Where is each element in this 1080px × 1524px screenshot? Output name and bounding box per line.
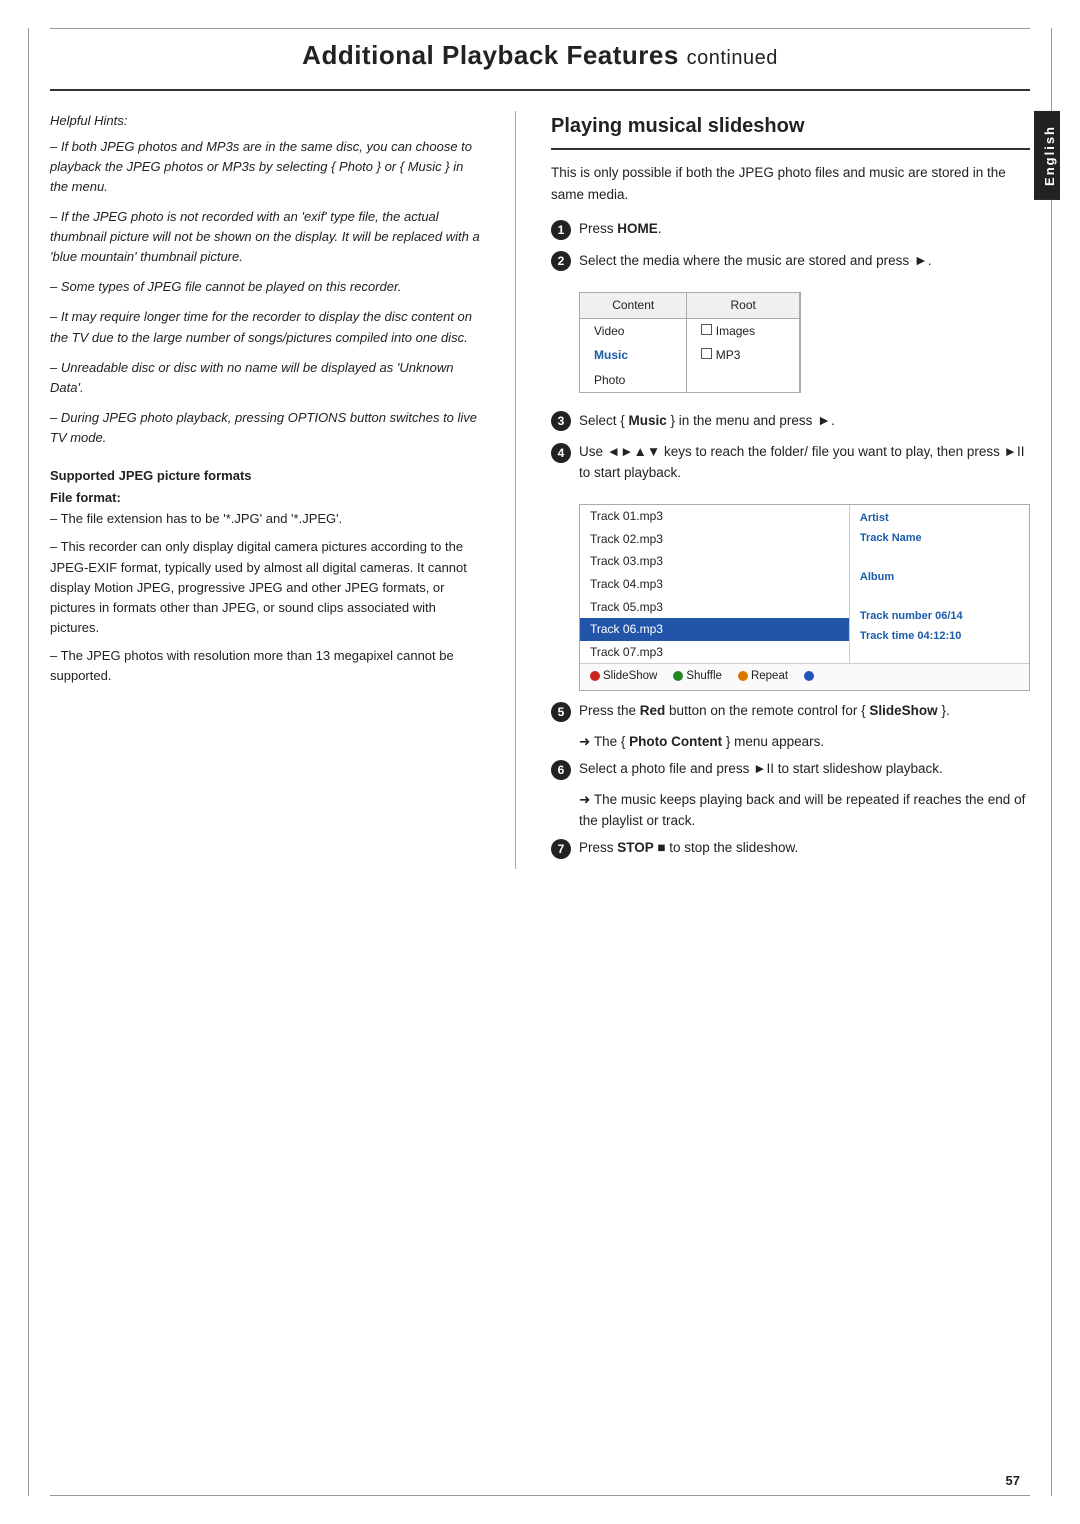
track-table: Track 01.mp3 Artist Track Name Album Tra… bbox=[580, 505, 1029, 663]
file-hint-2: – This recorder can only display digital… bbox=[50, 537, 480, 638]
step-3-content: Select { Music } in the menu and press ►… bbox=[579, 410, 1030, 432]
page-border-right bbox=[1051, 28, 1052, 1496]
page-border-bottom bbox=[50, 1495, 1030, 1496]
step-5-content: Press the Red button on the remote contr… bbox=[579, 701, 1030, 722]
step-5: 5 Press the Red button on the remote con… bbox=[551, 701, 1030, 722]
track-name-label: Track Name bbox=[860, 530, 1019, 547]
album-label: Album bbox=[860, 569, 1019, 586]
step-1-content: Press HOME. bbox=[579, 219, 1030, 240]
step-4-content: Use ◄►▲▼ keys to reach the folder/ file … bbox=[579, 442, 1030, 484]
table-row: Video Images bbox=[580, 318, 800, 343]
step-5-num: 5 bbox=[551, 702, 571, 722]
step-6-num: 6 bbox=[551, 760, 571, 780]
page-number: 57 bbox=[1006, 1473, 1020, 1488]
step-2: 2 Select the media where the music are s… bbox=[551, 250, 1030, 272]
step-2-content: Select the media where the music are sto… bbox=[579, 250, 1030, 272]
file-hint-1: – The file extension has to be '*.JPG' a… bbox=[50, 509, 480, 529]
page-border-top bbox=[50, 28, 1030, 29]
left-column: Helpful Hints: – If both JPEG photos and… bbox=[50, 111, 480, 869]
step-7-num: 7 bbox=[551, 839, 571, 859]
track-time-label: Track time 04:12:10 bbox=[860, 628, 1019, 645]
media-content-music: Music bbox=[580, 343, 687, 368]
supported-title: Supported JPEG picture formats bbox=[50, 466, 480, 486]
media-table-header-content: Content bbox=[580, 293, 687, 318]
track-03: Track 03.mp3 bbox=[580, 550, 849, 573]
hint-3: – Some types of JPEG file cannot be play… bbox=[50, 277, 480, 297]
shuffle-indicator: Shuffle bbox=[673, 668, 722, 686]
artist-label: Artist bbox=[860, 510, 1019, 527]
track-05: Track 05.mp3 bbox=[580, 596, 849, 619]
track-07: Track 07.mp3 bbox=[580, 641, 849, 664]
media-table-wrap: Content Root Video Images Music M bbox=[579, 292, 801, 393]
track-06: Track 06.mp3 bbox=[580, 618, 849, 641]
supported-section: Supported JPEG picture formats File form… bbox=[50, 466, 480, 686]
main-content: Helpful Hints: – If both JPEG photos and… bbox=[0, 91, 1080, 899]
intro-text: This is only possible if both the JPEG p… bbox=[551, 162, 1030, 205]
step-7-content: Press STOP ■ to stop the slideshow. bbox=[579, 838, 1030, 859]
step-5-sub: ➜ The { Photo Content } menu appears. bbox=[579, 732, 1030, 753]
hint-4: – It may require longer time for the rec… bbox=[50, 307, 480, 347]
track-info-col: Artist Track Name Album Track number 06/… bbox=[849, 505, 1029, 663]
column-divider bbox=[515, 111, 516, 869]
repeat-indicator: Repeat bbox=[738, 668, 788, 686]
red-dot bbox=[590, 671, 600, 681]
step-2-num: 2 bbox=[551, 251, 571, 271]
track-01: Track 01.mp3 bbox=[580, 505, 849, 528]
section-title: Playing musical slideshow bbox=[551, 111, 1030, 150]
hint-2: – If the JPEG photo is not recorded with… bbox=[50, 207, 480, 267]
orange-dot bbox=[738, 671, 748, 681]
step-1-num: 1 bbox=[551, 220, 571, 240]
file-format-title: File format: bbox=[50, 488, 480, 508]
track-04: Track 04.mp3 bbox=[580, 573, 849, 596]
checkbox-mp3 bbox=[701, 348, 712, 359]
media-content-video: Video bbox=[580, 318, 687, 343]
page-header: Additional Playback Features continued bbox=[50, 0, 1030, 91]
track-number-label: Track number 06/14 bbox=[860, 608, 1019, 625]
media-table-header-root: Root bbox=[687, 293, 800, 318]
hint-6: – During JPEG photo playback, pressing O… bbox=[50, 408, 480, 448]
track-table-wrap: Track 01.mp3 Artist Track Name Album Tra… bbox=[579, 504, 1030, 691]
step-6-content: Select a photo file and press ►II to sta… bbox=[579, 759, 1030, 780]
green-dot bbox=[673, 671, 683, 681]
step-4: 4 Use ◄►▲▼ keys to reach the folder/ fil… bbox=[551, 442, 1030, 484]
hint-5: – Unreadable disc or disc with no name w… bbox=[50, 358, 480, 398]
table-row: Photo bbox=[580, 368, 800, 393]
helpful-hints-title: Helpful Hints: bbox=[50, 111, 480, 131]
step-3: 3 Select { Music } in the menu and press… bbox=[551, 410, 1030, 432]
media-root-mp3: MP3 bbox=[687, 343, 800, 368]
media-content-photo: Photo bbox=[580, 368, 687, 393]
slideshow-indicator: SlideShow bbox=[590, 668, 657, 686]
track-02: Track 02.mp3 bbox=[580, 528, 849, 551]
extra-indicator bbox=[804, 668, 817, 686]
page-border-left bbox=[28, 28, 29, 1496]
step-6: 6 Select a photo file and press ►II to s… bbox=[551, 759, 1030, 780]
table-row: Track 01.mp3 Artist Track Name Album Tra… bbox=[580, 505, 1029, 528]
media-root-images: Images bbox=[687, 318, 800, 343]
step-1: 1 Press HOME. bbox=[551, 219, 1030, 240]
step-3-num: 3 bbox=[551, 411, 571, 431]
hint-1: – If both JPEG photos and MP3s are in th… bbox=[50, 137, 480, 197]
english-tab: English bbox=[1034, 111, 1060, 200]
checkbox-images bbox=[701, 324, 712, 335]
page-title: Additional Playback Features continued bbox=[110, 40, 970, 71]
media-root-photo bbox=[687, 368, 800, 393]
track-table-bottom: SlideShow Shuffle Repeat bbox=[580, 663, 1029, 690]
step-7: 7 Press STOP ■ to stop the slideshow. bbox=[551, 838, 1030, 859]
step-4-num: 4 bbox=[551, 443, 571, 463]
blue-dot bbox=[804, 671, 814, 681]
media-table: Content Root Video Images Music M bbox=[580, 293, 800, 392]
step-6-sub: ➜ The music keeps playing back and will … bbox=[579, 790, 1030, 832]
table-row: Music MP3 bbox=[580, 343, 800, 368]
right-column: English Playing musical slideshow This i… bbox=[551, 111, 1030, 869]
file-hint-3: – The JPEG photos with resolution more t… bbox=[50, 646, 480, 686]
